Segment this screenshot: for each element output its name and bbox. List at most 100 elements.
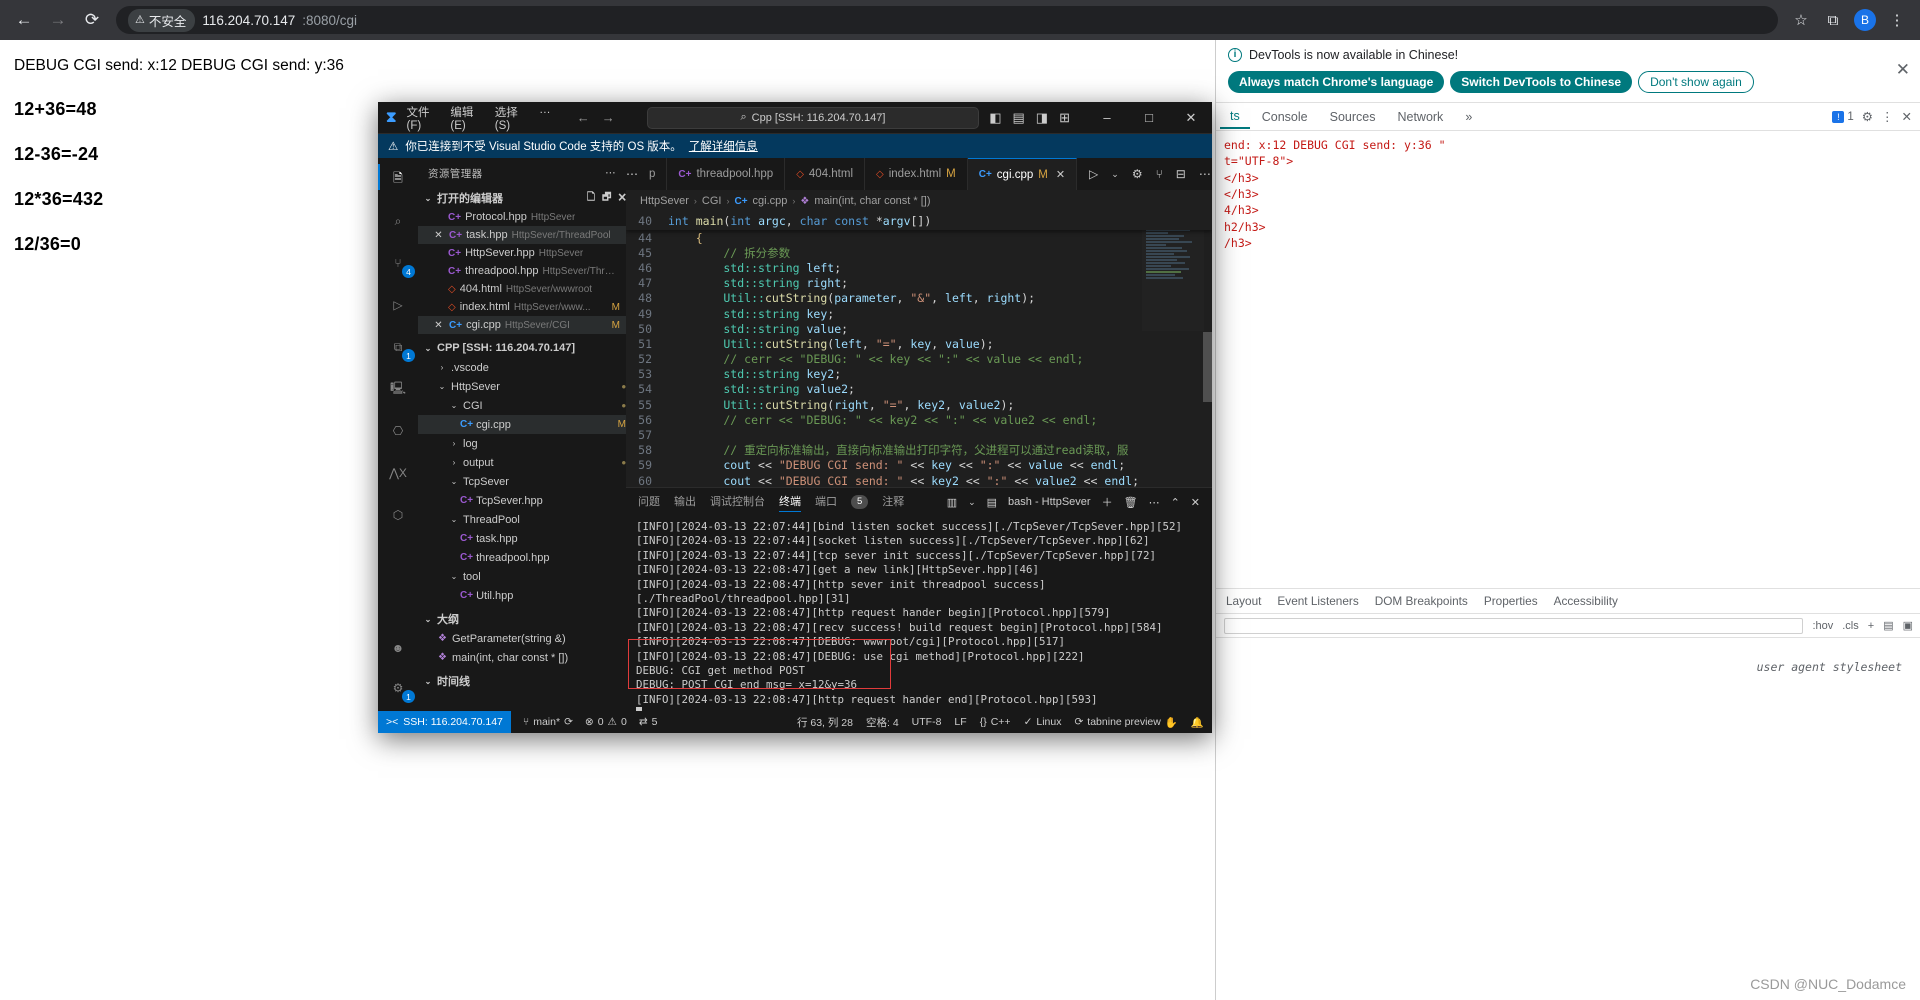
- editor-forward-icon[interactable]: →: [602, 110, 615, 125]
- close-button[interactable]: ✕: [1170, 102, 1212, 134]
- breadcrumb-folder[interactable]: HttpSever: [640, 195, 689, 207]
- extensions-icon[interactable]: ⧉: [1818, 5, 1848, 35]
- close-all-icon[interactable]: 🗙: [618, 190, 626, 207]
- subtab-event-listeners[interactable]: Event Listeners: [1277, 594, 1358, 608]
- browser-menu-icon[interactable]: ⋮: [1882, 5, 1912, 35]
- panel-tab-ports[interactable]: 端口: [815, 493, 837, 511]
- explorer-more-icon[interactable]: ⋯: [605, 167, 616, 179]
- panel-tab-output[interactable]: 输出: [674, 493, 696, 511]
- indentation[interactable]: 空格: 4: [866, 715, 899, 730]
- bookmark-star-icon[interactable]: ☆: [1786, 5, 1816, 35]
- new-file-icon[interactable]: 🗋: [587, 190, 595, 207]
- toggle-panel-icon[interactable]: ▤: [1013, 110, 1025, 126]
- remote-explorer-icon[interactable]: 🖳: [385, 376, 411, 402]
- new-terminal-icon[interactable]: ＋: [1102, 494, 1113, 510]
- run-icon[interactable]: ▷: [1089, 167, 1098, 181]
- cmake-icon[interactable]: ⎔: [385, 418, 411, 444]
- subtab-dom-breakpoints[interactable]: DOM Breakpoints: [1375, 594, 1468, 608]
- tree-item-vscode[interactable]: › .vscode: [418, 358, 626, 377]
- workspace-root-row[interactable]: ⌄ CPP [SSH: 116.204.70.147]: [418, 338, 626, 358]
- editor-scrollbar[interactable]: [1203, 332, 1212, 402]
- panel-tab-problems[interactable]: 问题: [638, 493, 660, 511]
- command-center-search[interactable]: ⌕ Cpp [SSH: 116.204.70.147]: [646, 106, 980, 129]
- accounts-icon[interactable]: ☻: [385, 635, 411, 661]
- extensions-icon[interactable]: ⧉ 1: [385, 334, 415, 362]
- split-editor-icon[interactable]: ⑂: [1156, 167, 1163, 181]
- tree-item-output[interactable]: › output •: [418, 453, 626, 472]
- editor-tab-partial[interactable]: p: [638, 158, 668, 190]
- menu-more[interactable]: …: [539, 104, 551, 132]
- editor-tab-404html[interactable]: ◇ 404.html: [785, 158, 866, 190]
- notifications-bell-icon[interactable]: 🔔: [1191, 716, 1204, 729]
- problems-indicator[interactable]: ⊗ 0 ⚠ 0: [585, 716, 627, 728]
- terminal-output[interactable]: [INFO][2024-03-13 22:07:44][bind listen …: [626, 516, 1212, 711]
- terminal-shell-label[interactable]: bash - HttpSever: [1008, 496, 1091, 508]
- profile-avatar[interactable]: B: [1850, 5, 1880, 35]
- tree-item-log[interactable]: › log: [418, 434, 626, 453]
- menu-file[interactable]: 文件(F): [407, 104, 438, 132]
- tree-item-threadpool-hpp[interactable]: C+ threadpool.hpp: [418, 548, 626, 567]
- explorer-icon[interactable]: 🗎: [378, 164, 411, 192]
- close-notice-icon[interactable]: ✕: [1896, 60, 1910, 80]
- breadcrumb-file[interactable]: cgi.cpp: [753, 195, 788, 207]
- more-icon[interactable]: ⋯: [1199, 167, 1211, 181]
- open-editor-item[interactable]: ✕ C+ task.hpp HttpSever/ThreadPool: [418, 226, 626, 244]
- minimize-button[interactable]: –: [1086, 102, 1128, 134]
- tree-item-util-hpp[interactable]: C+ Util.hpp: [418, 586, 626, 605]
- menu-select[interactable]: 选择(S): [495, 104, 526, 132]
- source-control-icon[interactable]: ⑂ 4: [385, 250, 415, 278]
- tree-item-threadpool[interactable]: ⌄ ThreadPool: [418, 510, 626, 529]
- editor-minimap[interactable]: [1142, 216, 1204, 331]
- tree-item-tcpsever-hpp[interactable]: C+ TcpSever.hpp: [418, 491, 626, 510]
- maximize-button[interactable]: □: [1128, 102, 1170, 134]
- save-all-icon[interactable]: 🗗: [602, 190, 611, 207]
- toggle-primary-sidebar-icon[interactable]: ◧: [989, 110, 1001, 126]
- git-branch-indicator[interactable]: ⑂ main* ⟳: [523, 716, 573, 728]
- language-mode[interactable]: {} C++: [980, 716, 1011, 728]
- editor-tab-threadpool[interactable]: C+ threadpool.hpp: [667, 158, 786, 190]
- computed-toggle-icon[interactable]: ▤: [1883, 619, 1893, 632]
- tab-console[interactable]: Console: [1252, 105, 1318, 128]
- panel-tab-terminal[interactable]: 终端: [779, 493, 801, 512]
- forward-button[interactable]: →: [42, 4, 74, 36]
- tree-item-tool[interactable]: ⌄ tool: [418, 567, 626, 586]
- platform-indicator[interactable]: ✓ Linux: [1024, 716, 1062, 728]
- insecure-badge[interactable]: ⚠ 不安全: [128, 8, 196, 32]
- error-count-badge[interactable]: ! 1: [1832, 110, 1854, 123]
- tab-network[interactable]: Network: [1387, 105, 1453, 128]
- encoding[interactable]: UTF-8: [912, 716, 942, 728]
- subtab-layout[interactable]: Layout: [1226, 594, 1261, 608]
- open-editor-item[interactable]: ◇ 404.html HttpSever/wwwroot: [418, 280, 626, 298]
- panel-tab-comments[interactable]: 注释: [882, 493, 904, 511]
- tree-item-task-hpp[interactable]: C+ task.hpp: [418, 529, 626, 548]
- editor-back-icon[interactable]: ←: [577, 110, 590, 125]
- tree-item-cgi[interactable]: ⌄ CGI •: [418, 396, 626, 415]
- remote-indicator[interactable]: >< SSH: 116.204.70.147: [378, 711, 511, 733]
- new-style-rule-button[interactable]: +: [1868, 620, 1874, 632]
- tabnine-indicator[interactable]: ⟳ tabnine preview ✋: [1074, 716, 1177, 729]
- outline-item[interactable]: ❖ GetParameter(string &): [418, 629, 626, 648]
- reload-button[interactable]: ⟳: [76, 4, 108, 36]
- cursor-position[interactable]: 行 63, 列 28: [797, 715, 853, 730]
- breadcrumb-subfolder[interactable]: CGI: [702, 195, 722, 207]
- eol-sequence[interactable]: LF: [954, 716, 966, 728]
- subtab-properties[interactable]: Properties: [1484, 594, 1538, 608]
- timeline-section-header[interactable]: ⌄ 时间线: [418, 671, 626, 691]
- outline-section-header[interactable]: ⌄ 大纲: [418, 609, 626, 629]
- menu-edit[interactable]: 编辑(E): [450, 104, 481, 132]
- kill-terminal-icon[interactable]: 🗑: [1124, 496, 1138, 509]
- customize-layout-icon[interactable]: ⊞: [1059, 110, 1070, 126]
- close-panel-icon[interactable]: ✕: [1191, 496, 1200, 509]
- more-tabs-icon[interactable]: »: [1455, 105, 1482, 128]
- subtab-accessibility[interactable]: Accessibility: [1554, 594, 1618, 608]
- open-editor-item[interactable]: C+ Protocol.hpp HttpSever: [418, 208, 626, 226]
- breadcrumb-symbol[interactable]: main(int, char const * []): [814, 195, 930, 207]
- devtools-close-icon[interactable]: ✕: [1902, 109, 1912, 124]
- open-editor-item[interactable]: ✕ C+ cgi.cpp HttpSever/CGI M: [418, 316, 626, 334]
- devtools-settings-icon[interactable]: ⚙: [1862, 109, 1873, 124]
- docker-icon[interactable]: ⬡: [385, 502, 411, 528]
- chevron-down-icon[interactable]: ⌄: [968, 497, 976, 508]
- devtools-more-icon[interactable]: ⋮: [1881, 109, 1894, 124]
- tree-item-cgi-cpp[interactable]: C+ cgi.cpp M: [418, 415, 626, 434]
- back-button[interactable]: ←: [8, 4, 40, 36]
